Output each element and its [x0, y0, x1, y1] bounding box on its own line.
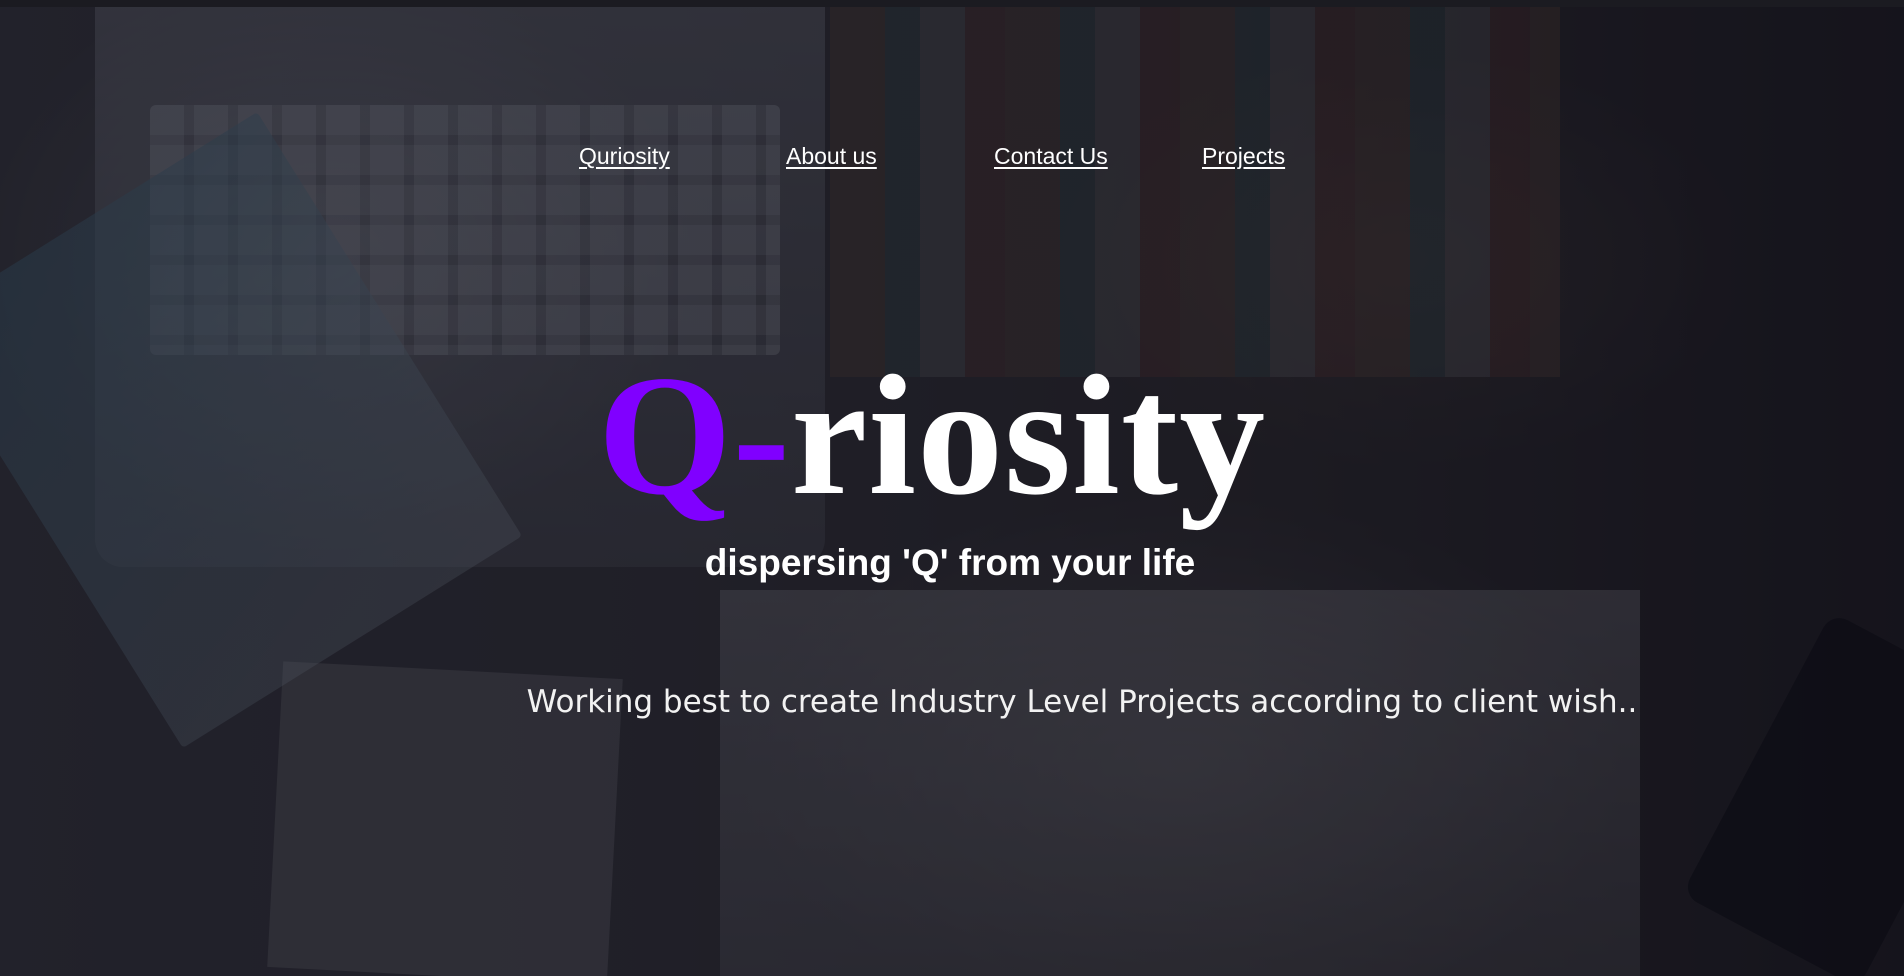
hero-title: Q-riosity	[0, 350, 1884, 522]
nav-link-contact-us[interactable]: Contact Us	[994, 143, 1108, 170]
nav-link-about-us[interactable]: About us	[786, 143, 877, 170]
hero-title-prefix: Q-	[597, 341, 791, 531]
hero-description: Working best to create Industry Level Pr…	[526, 684, 1638, 720]
landing-page: Quriosity About us Contact Us Projects Q…	[0, 0, 1904, 976]
nav-link-projects[interactable]: Projects	[1202, 143, 1285, 170]
hero-tagline: dispersing 'Q' from your life	[704, 542, 1196, 583]
nav-link-quriosity[interactable]: Quriosity	[579, 143, 670, 170]
hero-title-rest: riosity	[790, 341, 1267, 531]
main-nav: Quriosity About us Contact Us Projects	[0, 143, 1904, 173]
